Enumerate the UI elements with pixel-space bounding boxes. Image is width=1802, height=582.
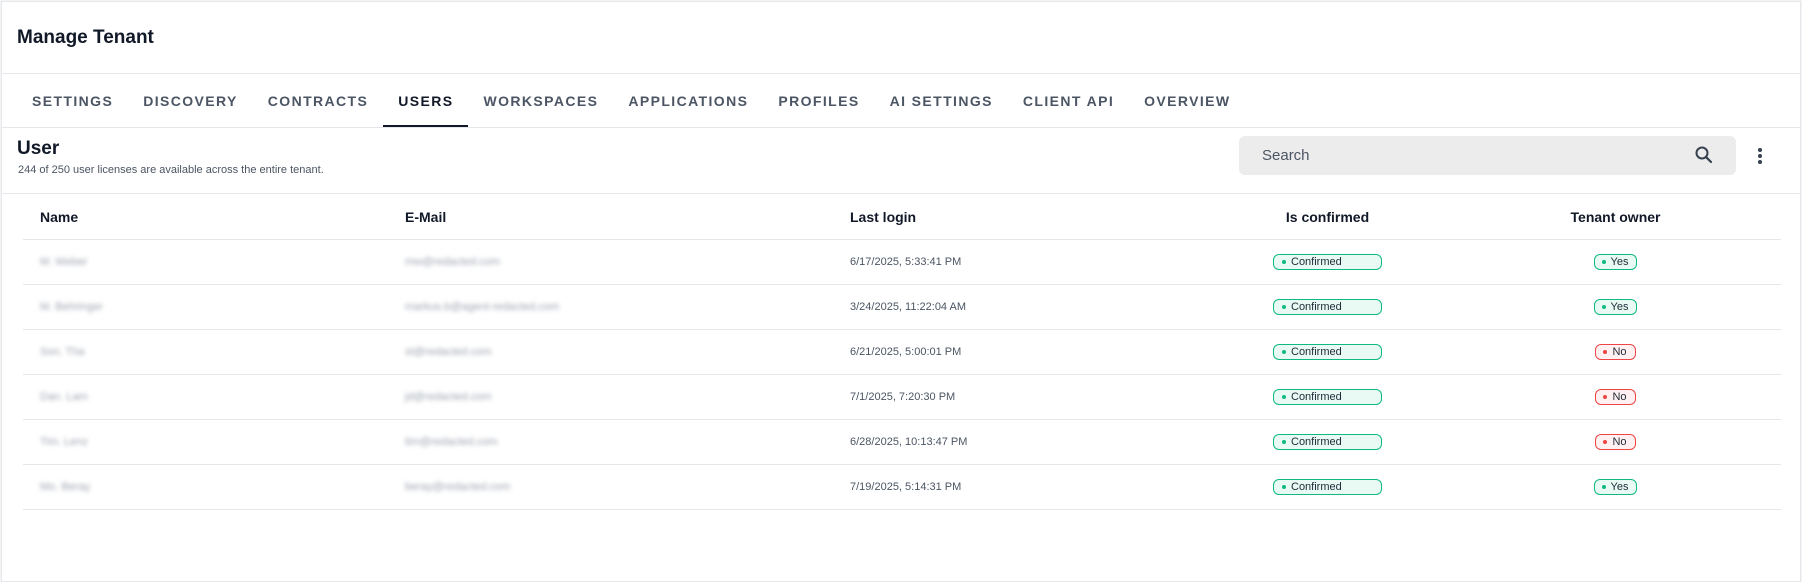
last-login: 3/24/2025, 11:22:04 AM	[850, 284, 1205, 330]
search-input[interactable]	[1260, 146, 1664, 165]
app-window: Manage Tenant SETTINGS DISCOVERY CONTRAC…	[1, 1, 1801, 582]
page-title: Manage Tenant	[17, 26, 154, 48]
owner-badge: No	[1595, 344, 1636, 360]
status-dot	[1603, 440, 1608, 444]
tab-contracts[interactable]: CONTRACTS	[253, 75, 383, 127]
tab-workspaces[interactable]: WORKSPACES	[468, 75, 613, 127]
search-icon[interactable]	[1694, 145, 1714, 165]
owner-badge: No	[1595, 434, 1636, 450]
tab-discovery[interactable]: DISCOVERY	[128, 75, 253, 127]
tab-bar: SETTINGS DISCOVERY CONTRACTS USERS WORKS…	[2, 74, 1800, 128]
table-row[interactable]: Son. Tha st@redacted.com 6/21/2025, 5:00…	[23, 329, 1781, 375]
confirmed-badge: Confirmed	[1273, 479, 1382, 495]
column-header-tenant-owner[interactable]: Tenant owner	[1450, 195, 1781, 240]
owner-badge: Yes	[1593, 299, 1638, 315]
user-email: jd@redacted.com	[405, 391, 492, 403]
status-dot	[1603, 350, 1608, 354]
user-email: tim@redacted.com	[405, 436, 498, 448]
section-title: User	[17, 138, 60, 159]
owner-label: No	[1612, 391, 1627, 403]
owner-badge: Yes	[1593, 479, 1638, 495]
confirmed-badge: Confirmed	[1273, 299, 1382, 315]
status-dot	[1282, 350, 1286, 354]
status-dot	[1603, 395, 1608, 399]
table-header-row: Name E-Mail Last login Is confirmed Tena…	[23, 195, 1781, 240]
tab-overview[interactable]: OVERVIEW	[1129, 75, 1245, 127]
status-dot	[1282, 305, 1286, 309]
table-row[interactable]: Tim. Lenz tim@redacted.com 6/28/2025, 10…	[23, 419, 1781, 465]
tab-profiles[interactable]: PROFILES	[763, 75, 874, 127]
users-table: Name E-Mail Last login Is confirmed Tena…	[23, 195, 1781, 510]
last-login: 7/1/2025, 7:20:30 PM	[850, 374, 1205, 420]
table-row[interactable]: M. Weber mw@redacted.com 6/17/2025, 5:33…	[23, 239, 1781, 285]
user-name: Tim. Lenz	[40, 436, 88, 448]
table-row[interactable]: M. Behringer markus.b@agent-redacted.com…	[23, 284, 1781, 330]
column-header-is-confirmed[interactable]: Is confirmed	[1205, 195, 1450, 240]
table-row[interactable]: Mo. Beray beray@redacted.com 7/19/2025, …	[23, 464, 1781, 510]
kebab-menu-icon[interactable]	[1749, 143, 1771, 169]
owner-badge: No	[1595, 389, 1636, 405]
confirmed-badge: Confirmed	[1273, 254, 1382, 270]
user-name: Dan. Lam	[40, 391, 88, 403]
column-header-email[interactable]: E-Mail	[405, 195, 850, 240]
page-header: Manage Tenant	[2, 2, 1800, 74]
status-dot	[1282, 485, 1286, 489]
search-box	[1239, 136, 1736, 175]
user-email: beray@redacted.com	[405, 481, 511, 493]
license-info: 244 of 250 user licenses are available a…	[18, 164, 324, 176]
user-email: st@redacted.com	[405, 346, 492, 358]
confirmed-label: Confirmed	[1291, 481, 1342, 493]
status-dot	[1282, 260, 1286, 264]
owner-label: Yes	[1610, 256, 1629, 268]
last-login: 6/17/2025, 5:33:41 PM	[850, 239, 1205, 285]
status-dot	[1601, 260, 1606, 264]
owner-label: No	[1612, 346, 1627, 358]
tab-settings[interactable]: SETTINGS	[17, 75, 128, 127]
confirmed-badge: Confirmed	[1273, 344, 1382, 360]
confirmed-label: Confirmed	[1291, 436, 1342, 448]
owner-badge: Yes	[1593, 254, 1638, 270]
last-login: 6/28/2025, 10:13:47 PM	[850, 419, 1205, 465]
confirmed-label: Confirmed	[1291, 256, 1342, 268]
column-header-name[interactable]: Name	[23, 195, 405, 240]
confirmed-badge: Confirmed	[1273, 389, 1382, 405]
column-header-last-login[interactable]: Last login	[850, 195, 1205, 240]
user-name: Son. Tha	[40, 346, 85, 358]
status-dot	[1601, 485, 1606, 489]
status-dot	[1282, 395, 1286, 399]
user-name: M. Behringer	[40, 301, 103, 313]
tab-ai-settings[interactable]: AI SETTINGS	[875, 75, 1008, 127]
confirmed-label: Confirmed	[1291, 301, 1342, 313]
last-login: 7/19/2025, 5:14:31 PM	[850, 464, 1205, 510]
confirmed-label: Confirmed	[1291, 346, 1342, 358]
owner-label: Yes	[1610, 481, 1629, 493]
confirmed-badge: Confirmed	[1273, 434, 1382, 450]
confirmed-label: Confirmed	[1291, 391, 1342, 403]
owner-label: No	[1612, 436, 1627, 448]
last-login: 6/21/2025, 5:00:01 PM	[850, 329, 1205, 375]
status-dot	[1601, 305, 1606, 309]
table-row[interactable]: Dan. Lam jd@redacted.com 7/1/2025, 7:20:…	[23, 374, 1781, 420]
user-name: Mo. Beray	[40, 481, 91, 493]
tab-applications[interactable]: APPLICATIONS	[613, 75, 763, 127]
user-email: markus.b@agent-redacted.com	[405, 301, 560, 313]
section-header: User 244 of 250 user licenses are availa…	[2, 128, 1800, 194]
tab-users[interactable]: USERS	[383, 75, 469, 127]
user-email: mw@redacted.com	[405, 256, 500, 268]
tab-client-api[interactable]: CLIENT API	[1008, 75, 1129, 127]
owner-label: Yes	[1610, 301, 1629, 313]
status-dot	[1282, 440, 1286, 444]
user-name: M. Weber	[40, 256, 88, 268]
